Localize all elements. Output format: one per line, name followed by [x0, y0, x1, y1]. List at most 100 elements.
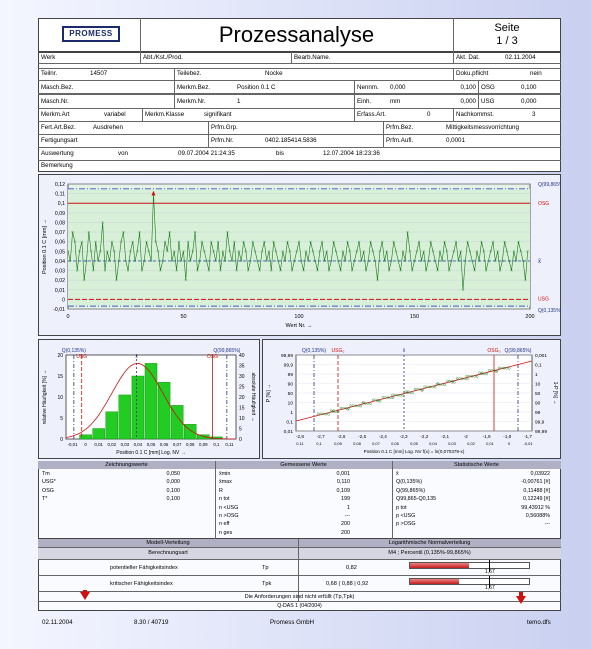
stats-col3-label: Q(0,135%): [396, 479, 423, 486]
stats-col3-label: x̄: [396, 471, 399, 477]
run-xtick: 150: [410, 314, 419, 320]
hist-ylabel-left: relative Häufigkeit [%] →: [42, 370, 48, 425]
run-xtick: 100: [294, 314, 303, 320]
prob-xtick: -2: [464, 434, 469, 439]
stats-col2-value: 1: [347, 504, 350, 511]
prfm-nr-label: Prfm.Nr.: [211, 137, 234, 144]
run-chart: 0,12 0,11 0,1 0,09 0,08 0,07 0,06 0,05 0,04 0,03 0…: [42, 182, 561, 329]
stats-col2-label: n ges: [219, 529, 233, 536]
prob-xtick-bottom: 0,04: [429, 441, 438, 446]
prob-ytick: 99: [288, 372, 294, 378]
hist-xtick: 0,06: [160, 442, 169, 447]
run-ytick: 0: [62, 297, 65, 303]
footer-date: 02.11.2004: [42, 619, 73, 626]
stats-col3-label: Q99,865-Q0,135: [396, 496, 437, 503]
hist-xtick: 0,04: [134, 442, 143, 447]
prob-xtick-bottom: 0,08: [353, 441, 362, 446]
prob-ytick-right: 99: [535, 410, 541, 416]
stats-col2-label: n tot: [219, 496, 230, 503]
usg-value: 0,000: [521, 98, 537, 105]
critical-index-bar: [410, 579, 459, 584]
prob-mean-label: x̄: [403, 348, 406, 354]
run-ytick: 0,1: [58, 201, 65, 207]
prob-ylabel-right: 1-P [%] →: [552, 382, 558, 405]
prob-ytick: 0,1: [286, 420, 293, 426]
merkm-nr-value: 1: [237, 98, 241, 105]
prob-xtick: -1,8: [503, 434, 511, 439]
nachkomm-value: 3: [532, 111, 536, 118]
masch-nr-label: Masch.Nr.: [41, 98, 69, 105]
run-band: [68, 188, 530, 307]
werk-label: Werk: [41, 54, 56, 61]
prob-xtick: -2,7: [317, 434, 325, 439]
prob-xtick-bottom: 0,05: [410, 441, 419, 446]
hist-ytick-left: 5: [60, 416, 63, 422]
company-logo: PROMESS: [62, 26, 120, 42]
potential-index-ref: 1,67: [485, 569, 495, 575]
stats-col2-label: n <USG: [219, 504, 239, 511]
hist-ytick-right: 10: [239, 416, 245, 422]
hist-bar: [131, 375, 145, 440]
prob-ytick: 0,01: [284, 429, 294, 435]
run-xtick: 50: [180, 314, 186, 320]
m4-percentil-label: M4 ; Percentil (0,135%-99,865%): [388, 550, 471, 556]
stats-col3-value: -0,00761 [#]: [521, 479, 550, 486]
osg-value: 0,100: [521, 84, 537, 91]
stats-col3-value: 0,12249 [#]: [523, 496, 550, 503]
prob-ytick: 99,9: [284, 363, 294, 369]
critical-index-symbol: Tpk: [262, 581, 272, 587]
prob-ytick-right: 90: [535, 401, 541, 407]
prob-xtick-bottom: 0,09: [334, 441, 343, 446]
stats-col2-label: n >OSG: [219, 513, 239, 519]
hist-xtick: 0,08: [186, 442, 195, 447]
nennm-label: Nennm.: [357, 84, 379, 91]
prob-xtick: -2,1: [441, 434, 449, 439]
merkm-art-value: variabel: [104, 111, 126, 118]
stats-col1-value: 0,100: [166, 487, 181, 494]
potential-index-symbol: Tp: [262, 565, 269, 571]
potential-index-bar: [410, 563, 469, 568]
prob-xtick-bottom: -0,01: [523, 441, 533, 446]
hist-xtick: 0,03: [121, 442, 130, 447]
stats-col2-label: x̄max: [219, 479, 232, 486]
stats-col2-label: n eff: [219, 521, 230, 528]
masch-bez-label: Masch.Bez.: [41, 84, 74, 91]
hist-xtick: 0,1: [213, 442, 220, 447]
footer-version: 8.30 / 40719: [134, 619, 169, 626]
prob-ytick: 1: [290, 410, 293, 416]
qdas-text: Q-DAS 1 (04/2004): [277, 603, 322, 609]
run-ylabel: Position 0.1 C [mm] →: [42, 219, 48, 274]
prob-ytick: 90: [288, 382, 294, 388]
bearb-label: Bearb.Name.: [294, 54, 331, 61]
einh-label: Einh.: [357, 98, 372, 105]
run-xlabel: Wert Nr. →: [285, 323, 312, 329]
prob-xtick: -1,9: [483, 434, 491, 439]
prfm-bez-value: Mittigkeitsmessvorrichtung: [446, 124, 519, 131]
nachkomm-label: Nachkommst.: [456, 111, 494, 118]
abt-label: Abt./Kst./Prod.: [143, 54, 183, 61]
run-ytick: 0,12: [55, 182, 65, 188]
stats-col2-value: 0,001: [336, 471, 351, 477]
merkm-art-label: Merkm.Art: [41, 111, 70, 118]
critical-index-value: 0,68 ( 0,88 | 0,92: [326, 581, 369, 587]
footer-file: temo.dfs: [527, 619, 551, 626]
einh-value-2: 0,000: [460, 98, 476, 105]
von-date: 09.07.2004 21:24:35: [178, 150, 235, 157]
stats-col3-label: p >OSG: [396, 521, 416, 528]
prob-ytick-right: 99,99: [535, 429, 547, 435]
prob-xtick: -1,7: [524, 434, 532, 439]
prob-xtick: -2,4: [379, 434, 387, 439]
stats-col3-value: ---: [544, 521, 550, 528]
prob-xtick-bottom: 0: [508, 441, 511, 446]
run-ytick: 0,11: [55, 192, 65, 198]
run-ytick: 0,04: [55, 259, 65, 265]
prob-ytick-right: 50: [535, 391, 541, 397]
prob-xtick: -2,5: [358, 434, 366, 439]
merkm-bez-label: Merkm.Bez.: [177, 84, 211, 91]
hist-ylabel-right: absolute Häufigkeit →: [250, 373, 256, 422]
prob-xtick-bottom: 0,1: [316, 441, 322, 446]
hist-ytick-right: 15: [239, 406, 245, 412]
hist-xtick: 0,02: [107, 442, 116, 447]
stats-col1-label: T*: [42, 496, 48, 503]
footer-company: Promess GmbH: [270, 619, 315, 626]
